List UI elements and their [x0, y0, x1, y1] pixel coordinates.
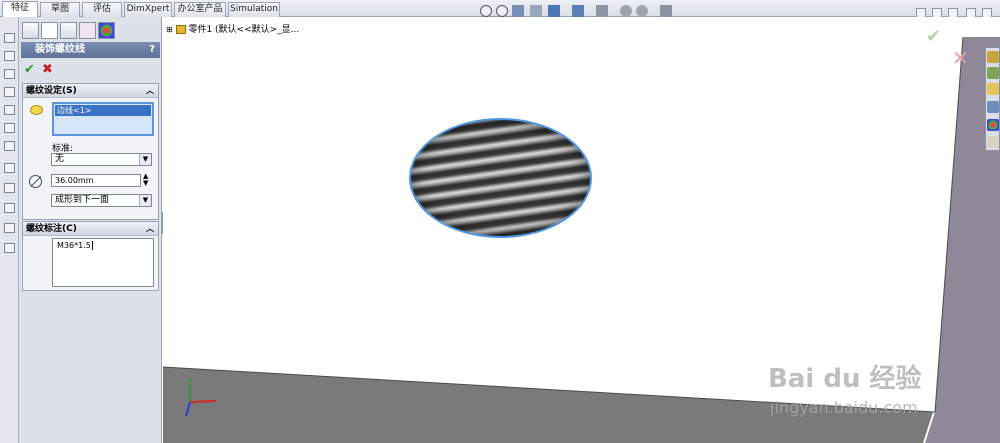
help-icon[interactable]: ? — [149, 42, 155, 58]
coordinate-triad — [185, 378, 217, 417]
view-orientation-icon[interactable] — [548, 5, 560, 17]
cosmetic-thread-title: 装饰螺纹线 — [35, 44, 85, 55]
property-manager-panel: 装饰螺纹线 ? ✔ ✖ 螺纹设定(S) ︿ 边线<1> 标准: 无 ▼ 36.0… — [19, 17, 162, 443]
watermark-url: jingyan.baidu.com — [770, 398, 918, 417]
thread-settings-header[interactable]: 螺纹设定(S) ︿ — [23, 84, 158, 98]
thread-callout-input[interactable]: M36*1.5 — [52, 238, 154, 287]
fillet-icon[interactable] — [4, 243, 15, 253]
task-pane-tabs — [985, 47, 1000, 151]
dropdown-arrow-icon[interactable]: ▼ — [139, 154, 151, 165]
home-icon[interactable] — [987, 51, 999, 63]
tab-simulation[interactable]: Simulation — [228, 2, 280, 17]
display-manager-icon[interactable] — [98, 22, 115, 39]
feature-icon-strip — [0, 17, 19, 443]
view-palette-icon[interactable] — [987, 101, 999, 113]
diameter-spinner[interactable]: ▲ ▼ — [143, 173, 148, 187]
revolve-icon[interactable] — [4, 51, 15, 61]
thread-callout-title: 螺纹标注(C) — [26, 224, 77, 234]
edge-selection-box[interactable]: 边线<1> — [52, 102, 154, 136]
expand-icon[interactable]: ⊞ — [166, 25, 173, 34]
tab-dimxpert[interactable]: DimXpert — [124, 2, 172, 17]
feature-tree-part[interactable]: ⊞ 零件1 (默认<<默认>_显... — [166, 22, 299, 35]
command-manager-tabs: 特征 草图 评估 DimXpert 办公室产品 Simulation — [0, 0, 1000, 18]
diameter-value: 36.00mm — [55, 176, 94, 185]
view-settings-icon[interactable] — [660, 5, 672, 17]
cut-extrude-icon[interactable] — [4, 105, 15, 115]
z-axis-line — [185, 401, 191, 417]
design-library-icon[interactable] — [987, 67, 999, 79]
curves-icon[interactable] — [4, 183, 15, 193]
hide-show-items-icon[interactable] — [596, 5, 608, 17]
instant3d-icon[interactable] — [4, 203, 15, 213]
file-explorer-icon[interactable] — [987, 83, 999, 95]
diameter-input[interactable]: 36.00mm — [51, 174, 141, 187]
section-view-icon[interactable] — [530, 5, 542, 17]
manager-tabs — [19, 22, 162, 40]
thread-callout-group: 螺纹标注(C) ︿ M36*1.5 — [22, 221, 159, 291]
baidu-watermark: Bai du 经验 — [768, 358, 928, 395]
cut-revolve-icon[interactable] — [4, 123, 15, 133]
edge-selection-icon — [30, 105, 43, 115]
end-condition-value: 成形到下一面 — [55, 195, 110, 205]
tab-office-products[interactable]: 办公室产品 — [174, 2, 226, 17]
part-name: 零件1 (默认<<默认>_显... — [188, 25, 300, 35]
standard-select[interactable]: 无 ▼ — [51, 153, 152, 166]
text-cursor — [91, 241, 93, 250]
x-axis-line — [189, 400, 217, 403]
ok-button[interactable]: ✔ — [24, 62, 35, 77]
pattern-icon[interactable] — [4, 223, 15, 233]
zoom-to-fit-icon[interactable] — [480, 5, 492, 17]
loft-icon[interactable] — [4, 87, 15, 97]
thread-settings-group: 螺纹设定(S) ︿ 边线<1> 标准: 无 ▼ 36.00mm ▲ ▼ 成形到下一… — [22, 83, 159, 220]
threaded-hole[interactable] — [409, 118, 592, 238]
watermark-brand: Bai du 经验 — [768, 364, 922, 394]
previous-view-icon[interactable] — [512, 5, 524, 17]
shell-icon[interactable] — [4, 141, 15, 151]
zoom-to-area-icon[interactable] — [496, 5, 508, 17]
thread-settings-title: 螺纹设定(S) — [26, 86, 77, 96]
display-style-icon[interactable] — [572, 5, 584, 17]
reference-geometry-icon[interactable] — [4, 163, 15, 173]
confirm-cancel-icon[interactable]: ✕ — [952, 46, 969, 70]
part-icon — [175, 25, 186, 34]
diameter-icon — [29, 175, 42, 188]
cancel-button[interactable]: ✖ — [42, 62, 53, 77]
collapse-chevron-icon[interactable]: ︿ — [146, 222, 154, 236]
custom-properties-icon[interactable] — [987, 136, 999, 148]
tab-features[interactable]: 特征 — [2, 1, 38, 17]
standard-value: 无 — [55, 154, 65, 164]
feature-manager-icon[interactable] — [22, 22, 39, 39]
sweep-icon[interactable] — [4, 69, 15, 79]
thread-callout-header[interactable]: 螺纹标注(C) ︿ — [23, 222, 158, 236]
collapse-chevron-icon[interactable]: ︿ — [146, 84, 154, 98]
property-manager-icon[interactable] — [41, 22, 58, 39]
extrude-icon[interactable] — [4, 33, 15, 43]
apply-scene-icon[interactable] — [636, 5, 648, 17]
property-manager-title: 装饰螺纹线 ? — [21, 42, 160, 58]
thread-callout-value: M36*1.5 — [57, 241, 91, 250]
edit-appearance-icon[interactable] — [620, 5, 632, 17]
confirm-check-icon[interactable]: ✔ — [926, 26, 941, 47]
configuration-manager-icon[interactable] — [60, 22, 77, 39]
dropdown-arrow-icon[interactable]: ▼ — [139, 195, 151, 206]
appearances-icon[interactable] — [987, 119, 999, 131]
end-condition-select[interactable]: 成形到下一面 ▼ — [51, 194, 152, 207]
selected-edge-item[interactable]: 边线<1> — [55, 105, 151, 116]
dimxpert-manager-icon[interactable] — [79, 22, 96, 39]
tab-evaluate[interactable]: 评估 — [82, 2, 122, 17]
tab-sketch[interactable]: 草图 — [40, 2, 80, 17]
